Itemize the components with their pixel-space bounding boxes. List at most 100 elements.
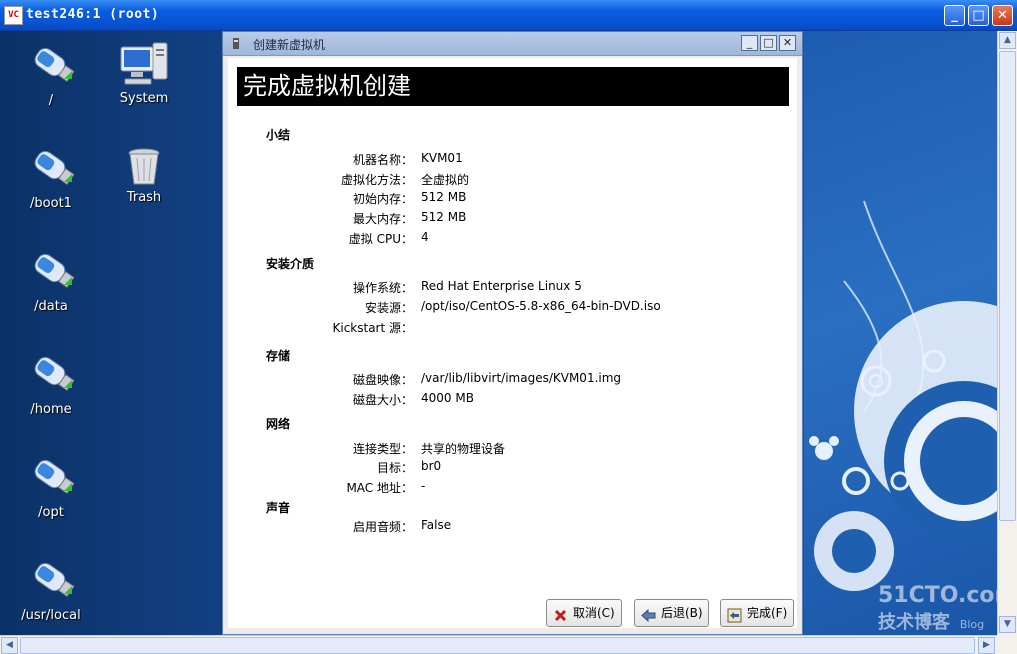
field-label: 虚拟 CPU： <box>348 232 413 246</box>
desktop-icon-label: Trash <box>126 190 162 205</box>
horizontal-scroll-thumb[interactable] <box>20 637 975 654</box>
network-row: 连接类型： 共享的物理设备 <box>268 440 788 458</box>
horizontal-scrollbar[interactable]: ◀ ▶ <box>0 635 997 654</box>
desktop-icon-opt[interactable]: /opt <box>6 451 96 520</box>
field-value: 全虚拟的 <box>421 173 470 187</box>
close-icon: ✕ <box>997 8 1008 23</box>
field-label: 磁盘映像： <box>352 373 413 387</box>
vertical-scroll-thumb[interactable] <box>999 51 1016 521</box>
field-value: Red Hat Enterprise Linux 5 <box>421 279 582 293</box>
dialog-title: 创建新虚拟机 <box>253 38 326 52</box>
scroll-right-button[interactable]: ▶ <box>978 637 995 654</box>
minimize-button[interactable]: _ <box>944 5 965 26</box>
desktop-icon-label: /opt <box>38 505 64 520</box>
desktop-icon-usr-local[interactable]: /usr/local <box>6 554 96 623</box>
section-heading-summary: 小结 <box>266 128 291 142</box>
field-value: 512 MB <box>421 190 467 204</box>
field-label: 连接类型： <box>352 442 413 456</box>
desktop-icon-trash[interactable]: Trash <box>99 146 189 205</box>
summary-row: 初始内存： 512 MB <box>268 190 788 208</box>
field-value: 4000 MB <box>421 391 474 405</box>
install-row: 操作系统： Red Hat Enterprise Linux 5 <box>268 279 788 297</box>
field-value: False <box>421 518 452 532</box>
close-icon: ✕ <box>782 36 793 49</box>
section-heading-install-media: 安装介质 <box>266 257 315 271</box>
watermark-line3: Blog <box>959 618 985 631</box>
field-label: 最大内存： <box>352 212 413 226</box>
scroll-up-button[interactable]: ▲ <box>999 32 1016 49</box>
scroll-left-button[interactable]: ◀ <box>1 637 18 654</box>
section-heading-storage: 存储 <box>266 349 291 363</box>
window-title-bar[interactable]: VC test246:1 (root) _ □ ✕ <box>0 0 1017 31</box>
back-button[interactable]: 后退(B) <box>634 599 709 627</box>
usb-drive-icon <box>26 348 76 398</box>
minimize-icon: _ <box>746 36 753 49</box>
dialog-title-bar[interactable]: 创建新虚拟机 _ □ ✕ <box>223 32 802 56</box>
usb-drive-icon <box>26 245 76 295</box>
chevron-down-icon: ▼ <box>1004 619 1011 629</box>
field-value: 共享的物理设备 <box>421 442 506 456</box>
desktop-icon-boot1[interactable]: /boot1 <box>6 142 96 211</box>
summary-row: 机器名称： KVM01 <box>268 151 788 169</box>
desktop-icon-system[interactable]: System <box>99 41 189 106</box>
dialog-close-button[interactable]: ✕ <box>779 35 796 51</box>
summary-row: 虚拟 CPU： 4 <box>268 230 788 248</box>
usb-drive-icon <box>26 451 76 501</box>
create-vm-dialog: 创建新虚拟机 _ □ ✕ 完成虚拟机创建 小结 机器名称： KVM01 虚拟化方法… <box>222 31 803 635</box>
install-row: 安装源： /opt/iso/CentOS-5.8-x86_64-bin-DVD.i… <box>268 299 788 317</box>
dialog-content: 完成虚拟机创建 小结 机器名称： KVM01 虚拟化方法： 全虚拟的 初始内存： 51… <box>228 58 797 628</box>
vertical-scrollbar[interactable]: ▲ ▼ <box>997 31 1017 635</box>
desktop-icon-label: / <box>48 93 54 108</box>
maximize-button[interactable]: □ <box>968 5 989 26</box>
watermark: 51CTO.com 技术博客 Blog <box>878 583 997 634</box>
dialog-maximize-button[interactable]: □ <box>760 35 777 51</box>
section-heading-sound: 声音 <box>266 501 291 515</box>
field-value: /opt/iso/CentOS-5.8-x86_64-bin-DVD.iso <box>421 299 661 313</box>
app-icon[interactable]: VC <box>4 6 23 25</box>
field-value: /var/lib/libvirt/images/KVM01.img <box>421 371 622 385</box>
finish-icon <box>727 606 742 623</box>
dialog-minimize-button[interactable]: _ <box>741 35 758 51</box>
field-value: 4 <box>421 230 429 244</box>
cancel-button[interactable]: 取消(C) <box>546 599 622 627</box>
usb-drive-icon <box>26 39 76 89</box>
summary-row: 虚拟化方法： 全虚拟的 <box>268 171 788 189</box>
storage-row: 磁盘映像： /var/lib/libvirt/images/KVM01.img <box>268 371 788 389</box>
field-value: 512 MB <box>421 210 467 224</box>
field-value: br0 <box>421 459 442 473</box>
field-label: 安装源： <box>364 301 413 315</box>
scrollbar-corner <box>997 635 1017 654</box>
network-row: MAC 地址： - <box>268 479 788 497</box>
back-arrow-icon <box>641 606 656 623</box>
usb-drive-icon <box>26 554 76 604</box>
finish-button-label: 完成(F) <box>747 606 788 620</box>
section-heading-network: 网络 <box>266 417 291 431</box>
chevron-right-icon: ▶ <box>983 640 990 650</box>
maximize-icon: □ <box>972 8 985 23</box>
field-label: 目标： <box>376 461 413 475</box>
network-row: 目标： br0 <box>268 459 788 477</box>
cancel-button-label: 取消(C) <box>573 606 615 620</box>
desktop-icon-label: /boot1 <box>30 196 72 211</box>
desktop-icon-label: System <box>119 91 169 106</box>
trash-icon <box>126 146 162 186</box>
computer-icon <box>119 41 169 87</box>
desktop-icon-root[interactable]: / <box>6 39 96 108</box>
scroll-down-button[interactable]: ▼ <box>999 616 1016 633</box>
usb-drive-icon <box>26 142 76 192</box>
close-button[interactable]: ✕ <box>992 5 1013 26</box>
watermark-line1: 51CTO.com <box>878 583 997 608</box>
cancel-icon <box>553 606 568 622</box>
finish-button[interactable]: 完成(F) <box>720 599 794 627</box>
field-label: 启用音频： <box>352 520 413 534</box>
field-label: 机器名称： <box>352 153 413 167</box>
desktop-icon-home[interactable]: /home <box>6 348 96 417</box>
chevron-up-icon: ▲ <box>1004 35 1011 45</box>
wallpaper-decoration: 51CTO.com 技术博客 Blog <box>804 31 997 635</box>
field-value: - <box>421 479 426 493</box>
app-small-icon <box>231 37 243 50</box>
field-label: 操作系统： <box>352 281 413 295</box>
page-banner: 完成虚拟机创建 <box>237 67 789 106</box>
desktop-icon-data[interactable]: /data <box>6 245 96 314</box>
field-value: KVM01 <box>421 151 463 165</box>
